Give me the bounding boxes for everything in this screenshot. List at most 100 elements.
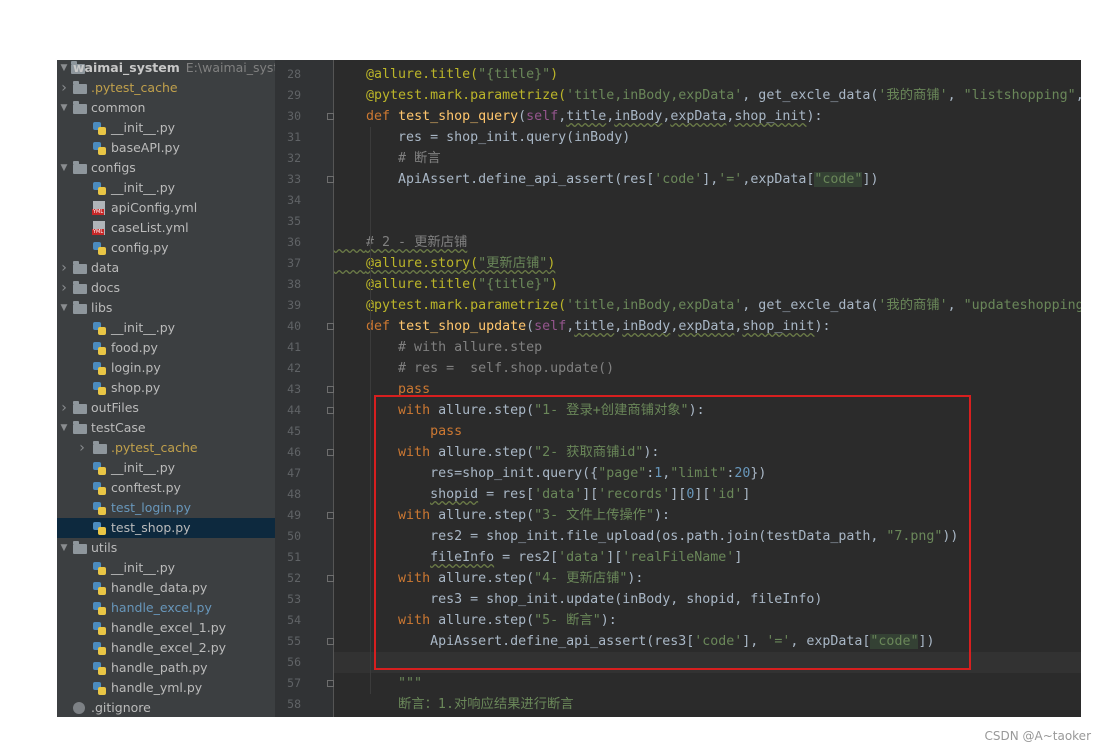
tree-file[interactable]: baseAPI.py: [57, 138, 275, 158]
tree-file[interactable]: login.py: [57, 358, 275, 378]
tree-folder[interactable]: › docs: [57, 278, 275, 298]
tree-file[interactable]: handle_path.py: [57, 658, 275, 678]
chevron-right-icon[interactable]: ›: [76, 438, 88, 458]
tree-file[interactable]: handle_excel_2.py: [57, 638, 275, 658]
code-line[interactable]: def test_shop_update(self,title,inBody,e…: [334, 316, 1081, 337]
code-token: res = shop_init.query(inBody): [334, 130, 631, 145]
chevron-right-icon[interactable]: ›: [58, 258, 70, 278]
fold-marker-icon[interactable]: [327, 176, 334, 183]
code-line[interactable]: ApiAssert.define_api_assert(res['code'],…: [334, 169, 1081, 190]
chevron-down-icon[interactable]: ▼: [58, 98, 70, 118]
tree-file[interactable]: .gitignore: [57, 698, 275, 717]
tree-file[interactable]: handle_yml.py: [57, 678, 275, 698]
tree-file[interactable]: __init__.py: [57, 458, 275, 478]
tree-file[interactable]: handle_excel_1.py: [57, 618, 275, 638]
tree-file[interactable]: handle_excel.py: [57, 598, 275, 618]
code-token: ,: [947, 88, 964, 103]
folder-icon: [73, 81, 87, 94]
tree-folder[interactable]: ▼ common: [57, 98, 275, 118]
fold-marker-icon[interactable]: [327, 680, 334, 687]
chevron-right-icon[interactable]: ›: [58, 398, 70, 418]
code-token: , get_excle_data(: [742, 88, 879, 103]
chevron-right-icon[interactable]: ›: [58, 278, 70, 298]
code-line[interactable]: # with allure.step: [334, 337, 1081, 358]
code-line[interactable]: @pytest.mark.parametrize('title,inBody,e…: [334, 295, 1081, 316]
code-line[interactable]: def test_shop_query(self,title,inBody,ex…: [334, 106, 1081, 127]
code-token: "code": [814, 172, 863, 187]
code-line[interactable]: @allure.story("更新店铺"): [334, 253, 1081, 274]
tree-item-label: testCase: [91, 420, 146, 435]
tree-file[interactable]: __init__.py: [57, 558, 275, 578]
line-number: 33: [287, 172, 301, 186]
folder-icon: [73, 281, 87, 294]
line-number: 49: [287, 508, 301, 522]
code-line[interactable]: """: [334, 673, 1081, 694]
tree-folder[interactable]: ▼ libs: [57, 298, 275, 318]
code-line[interactable]: @pytest.mark.parametrize('title,inBody,e…: [334, 85, 1081, 106]
python-file-icon: [93, 382, 106, 395]
code-line[interactable]: [334, 190, 1081, 211]
code-line[interactable]: # 断言: [334, 148, 1081, 169]
tree-file[interactable]: shop.py: [57, 378, 275, 398]
code-token: self: [526, 109, 559, 124]
chevron-down-icon[interactable]: ▼: [58, 158, 70, 178]
tree-folder[interactable]: ▼ utils: [57, 538, 275, 558]
tree-item-label: handle_excel_1.py: [111, 620, 227, 635]
fold-marker-icon[interactable]: [327, 323, 334, 330]
tree-folder[interactable]: › outFiles: [57, 398, 275, 418]
tree-item-label: __init__.py: [111, 180, 176, 195]
project-root[interactable]: ▼ waimai_system E:\waimai_system: [57, 60, 299, 78]
code-line[interactable]: [334, 211, 1081, 232]
code-token: @allure.title(: [366, 277, 479, 292]
fold-marker-icon[interactable]: [327, 113, 334, 120]
tree-file[interactable]: __init__.py: [57, 118, 275, 138]
code-line[interactable]: 断言：1.对响应结果进行断言: [334, 694, 1081, 715]
code-line[interactable]: # res = self.shop.update(): [334, 358, 1081, 379]
python-file-icon: [93, 642, 106, 655]
tree-file[interactable]: __init__.py: [57, 318, 275, 338]
tree-file[interactable]: conftest.py: [57, 478, 275, 498]
code-token: "{title}": [478, 277, 551, 292]
chevron-down-icon[interactable]: ▼: [58, 60, 70, 78]
fold-marker-icon[interactable]: [327, 638, 334, 645]
python-file-icon: [93, 242, 106, 255]
code-line[interactable]: @allure.title("{title}"): [334, 64, 1081, 85]
fold-marker-icon[interactable]: [327, 575, 334, 582]
tree-file[interactable]: test_shop.py: [57, 518, 275, 538]
tree-folder[interactable]: › data: [57, 258, 275, 278]
code-line[interactable]: # 2 - 更新店铺: [334, 232, 1081, 253]
tree-folder[interactable]: ▼ configs: [57, 158, 275, 178]
tree-item-label: data: [91, 260, 120, 275]
line-number: 52: [287, 571, 301, 585]
tree-file[interactable]: food.py: [57, 338, 275, 358]
chevron-down-icon[interactable]: ▼: [58, 418, 70, 438]
tree-file[interactable]: handle_data.py: [57, 578, 275, 598]
fold-marker-icon[interactable]: [327, 449, 334, 456]
fold-marker-icon[interactable]: [327, 386, 334, 393]
chevron-right-icon[interactable]: ›: [58, 78, 70, 98]
tree-file[interactable]: apiConfig.yml: [57, 198, 275, 218]
chevron-down-icon[interactable]: ▼: [58, 538, 70, 558]
tree-folder[interactable]: › .pytest_cache: [57, 78, 275, 98]
project-tree: ▼ waimai_system E:\waimai_system › .pytest…: [57, 60, 299, 717]
fold-marker-icon[interactable]: [327, 407, 334, 414]
fold-marker-icon[interactable]: [327, 512, 334, 519]
code-token: "{title}": [478, 67, 551, 82]
python-file-icon: [93, 482, 106, 495]
chevron-down-icon[interactable]: ▼: [58, 298, 70, 318]
line-number: 48: [287, 487, 301, 501]
tree-file[interactable]: test_login.py: [57, 498, 275, 518]
tree-folder[interactable]: ▼ testCase: [57, 418, 275, 438]
tree-item-label: conftest.py: [111, 480, 181, 495]
code-token: expData[: [750, 172, 815, 187]
highlight-rectangle: [374, 395, 971, 670]
tree-file[interactable]: config.py: [57, 238, 275, 258]
tree-folder[interactable]: › .pytest_cache: [57, 438, 275, 458]
tree-file[interactable]: caseList.yml: [57, 218, 275, 238]
code-line[interactable]: @allure.title("{title}"): [334, 274, 1081, 295]
code-line[interactable]: res = shop_init.query(inBody): [334, 127, 1081, 148]
tree-file[interactable]: __init__.py: [57, 178, 275, 198]
